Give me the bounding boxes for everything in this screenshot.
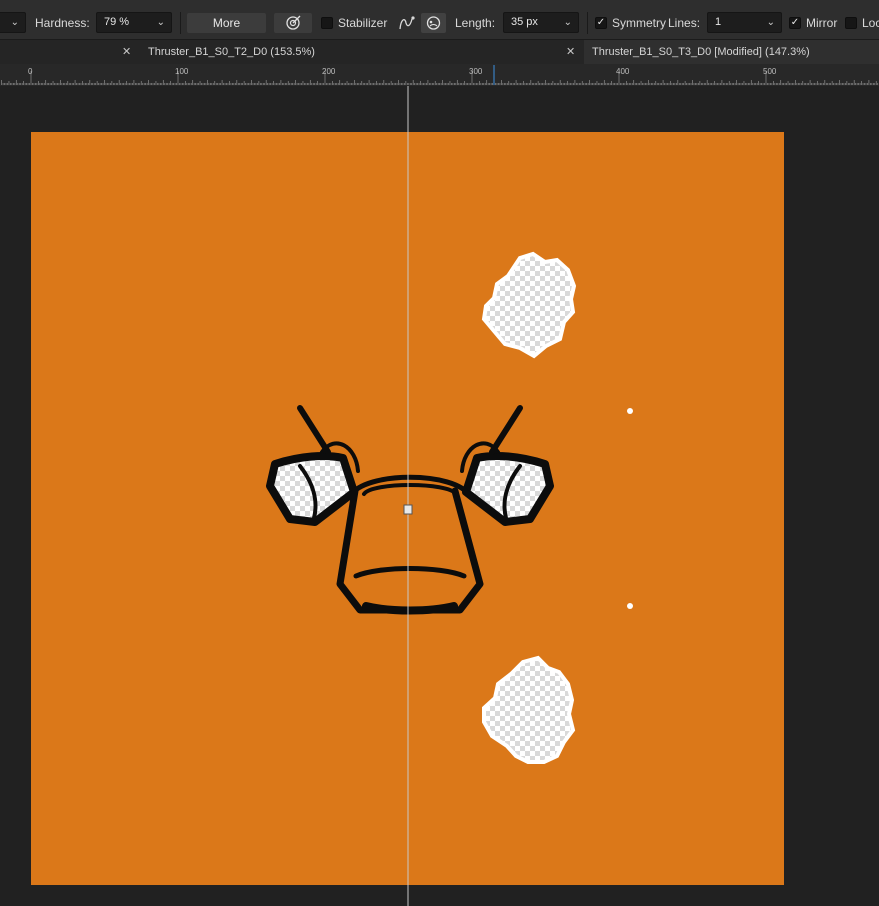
mirror-checkbox[interactable]: ✓	[789, 17, 801, 29]
document-tab[interactable]: ✕ Thruster_B1_S0_T2_D0 (153.5%)	[0, 40, 584, 64]
chevron-down-icon: ⌄	[766, 17, 775, 28]
context-toolbar: ⌄ Hardness: 79 % ⌄ More Stabilizer Lengt…	[0, 0, 879, 40]
smooth-stroke-icon	[426, 16, 441, 30]
pen-stroke-icon	[399, 16, 415, 30]
ruler-label: 0	[28, 67, 33, 76]
erased-dot	[627, 408, 633, 414]
stabilizer-label: Stabilizer	[338, 16, 388, 30]
chevron-down-icon: ⌄	[156, 17, 165, 28]
erased-dot	[627, 603, 633, 609]
lock-checkbox[interactable]	[845, 17, 857, 29]
document-tab-bar: ✕ Thruster_B1_S0_T2_D0 (153.5%) ✕ Thrust…	[0, 40, 879, 64]
hardness-label: Hardness:	[35, 16, 90, 30]
length-value: 35 px	[511, 16, 538, 28]
stabilizer-checkbox[interactable]	[321, 17, 333, 29]
symmetry-label: Symmetry	[612, 16, 666, 30]
brush-target-button[interactable]	[274, 13, 312, 33]
more-button[interactable]: More	[187, 13, 266, 33]
mirror-label: Mirror	[806, 16, 838, 30]
ruler-label: 300	[469, 67, 483, 76]
canvas-workspace[interactable]	[0, 86, 879, 906]
toolbar-divider	[180, 12, 181, 34]
document-tab-active[interactable]: ✕ Thruster_B1_S0_T3_D0 [Modified] (147.3…	[566, 40, 879, 64]
lines-label: Lines:	[668, 16, 701, 30]
ruler-label: 500	[763, 67, 777, 76]
length-field[interactable]: 35 px ⌄	[503, 12, 579, 33]
ruler-scale: 0 100 200 300 400 500	[1, 65, 879, 85]
brush-dropdown[interactable]: ⌄	[0, 12, 26, 33]
window-mode-button[interactable]	[421, 13, 446, 33]
checkmark-icon: ✓	[790, 17, 800, 28]
toolbar-divider	[587, 12, 588, 34]
lines-value: 1	[715, 16, 722, 28]
symmetry-checkbox[interactable]: ✓	[595, 17, 607, 29]
lock-label: Loc	[862, 16, 879, 30]
horizontal-ruler[interactable]: 0 100 200 300 400 500	[0, 64, 879, 86]
hardness-field[interactable]: 79 % ⌄	[96, 12, 172, 33]
hardness-value: 79 %	[104, 16, 130, 28]
ruler-label: 100	[175, 67, 189, 76]
chevron-down-icon: ⌄	[563, 17, 572, 28]
lines-field[interactable]: 1 ⌄	[707, 12, 782, 33]
tab-title: Thruster_B1_S0_T3_D0 [Modified] (147.3%)	[592, 46, 810, 58]
close-icon[interactable]: ✕	[122, 45, 131, 58]
rope-mode-button[interactable]	[396, 13, 418, 33]
document-canvas[interactable]	[0, 86, 879, 906]
tab-title: Thruster_B1_S0_T2_D0 (153.5%)	[148, 46, 315, 58]
ruler-label: 200	[322, 67, 336, 76]
checkmark-icon: ✓	[596, 17, 606, 28]
length-label: Length:	[455, 16, 496, 30]
target-brush-icon	[286, 15, 301, 30]
symmetry-handle[interactable]	[403, 504, 413, 515]
close-icon[interactable]: ✕	[566, 45, 575, 58]
chevron-down-icon: ⌄	[10, 17, 19, 28]
ruler-label: 400	[616, 67, 630, 76]
